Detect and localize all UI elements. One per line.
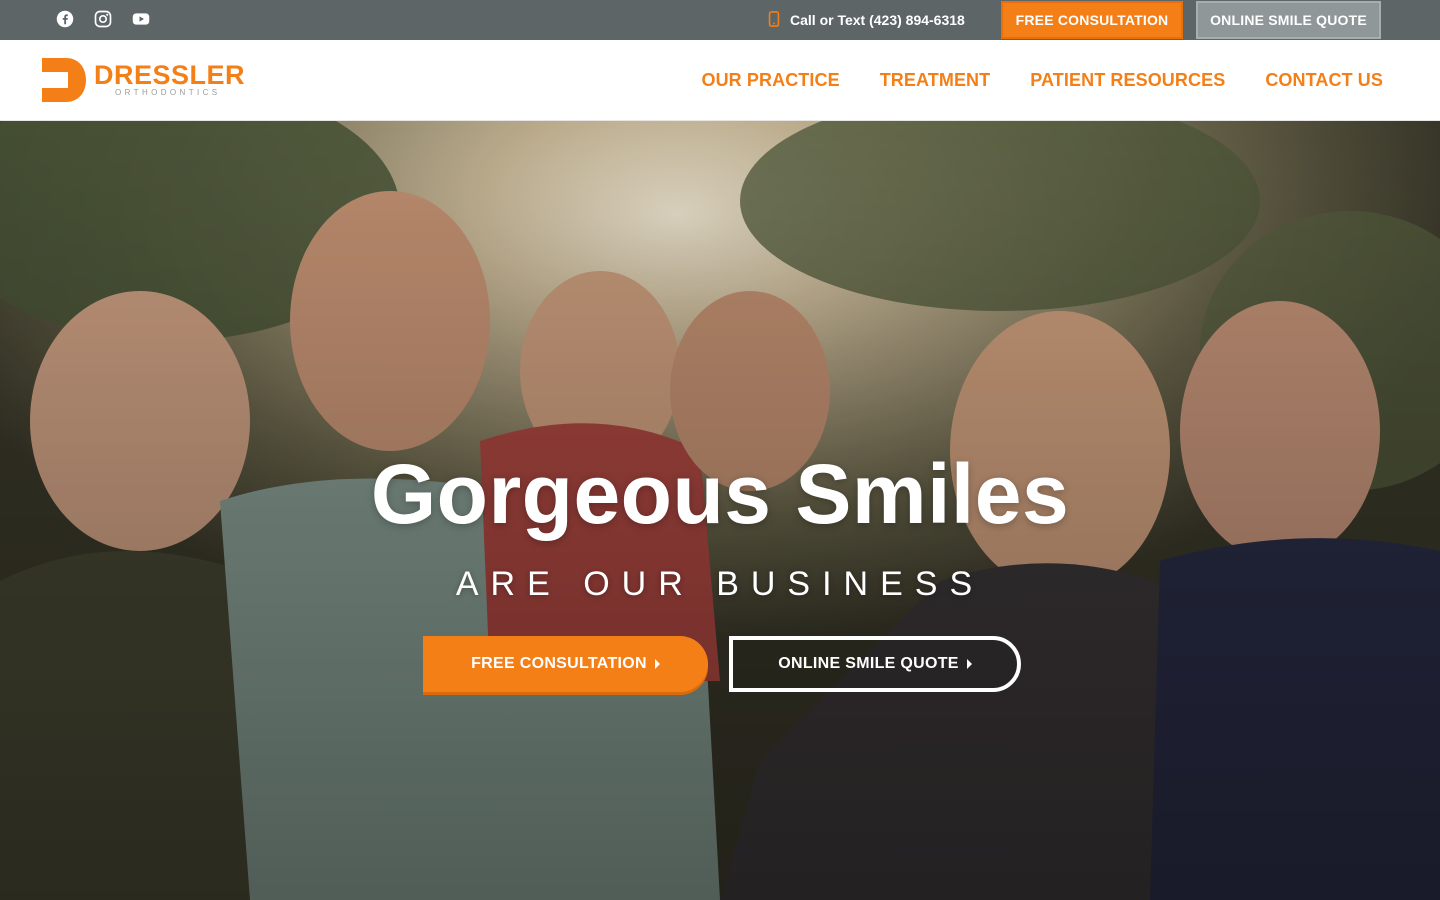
utility-bar: Call or Text (423) 894-6318 FREE CONSULT… <box>0 0 1440 40</box>
nav-our-practice[interactable]: OUR PRACTICE <box>701 70 839 91</box>
hero-primary-cta-label: FREE CONSULTATION <box>471 655 647 672</box>
phone-text: Call or Text (423) 894-6318 <box>790 12 965 28</box>
logo[interactable]: DRESSLER ORTHODONTICS <box>40 58 250 104</box>
hero-section: Gorgeous Smiles ARE OUR BUSINESS FREE CO… <box>0 121 1440 900</box>
phone-link[interactable]: Call or Text (423) 894-6318 <box>768 0 965 40</box>
mobile-phone-icon <box>768 10 780 30</box>
instagram-icon[interactable] <box>94 10 112 28</box>
hero-online-smile-quote-button[interactable]: ONLINE SMILE QUOTE <box>729 636 1021 692</box>
youtube-icon[interactable] <box>132 10 150 28</box>
hero-secondary-cta-label: ONLINE SMILE QUOTE <box>778 655 959 672</box>
hero-title: Gorgeous Smiles <box>370 447 1070 541</box>
nav-treatment[interactable]: TREATMENT <box>880 70 991 91</box>
hero-free-consultation-button[interactable]: FREE CONSULTATION <box>423 636 708 692</box>
logo-wordmark: DRESSLER <box>94 60 246 90</box>
main-nav: OUR PRACTICE TREATMENT PATIENT RESOURCES… <box>701 40 1383 120</box>
online-smile-quote-button[interactable]: ONLINE SMILE QUOTE <box>1196 1 1381 39</box>
logo-mark-icon <box>40 58 86 102</box>
caret-right-icon <box>654 659 660 669</box>
free-consultation-button[interactable]: FREE CONSULTATION <box>1001 1 1183 39</box>
caret-right-icon <box>966 659 972 669</box>
hero-subtitle: ARE OUR BUSINESS <box>455 565 985 603</box>
social-links <box>56 10 150 28</box>
logo-tagline: ORTHODONTICS <box>115 88 221 97</box>
nav-contact-us[interactable]: CONTACT US <box>1265 70 1383 91</box>
nav-patient-resources[interactable]: PATIENT RESOURCES <box>1030 70 1225 91</box>
site-header: DRESSLER ORTHODONTICS OUR PRACTICE TREAT… <box>0 40 1440 121</box>
facebook-icon[interactable] <box>56 10 74 28</box>
